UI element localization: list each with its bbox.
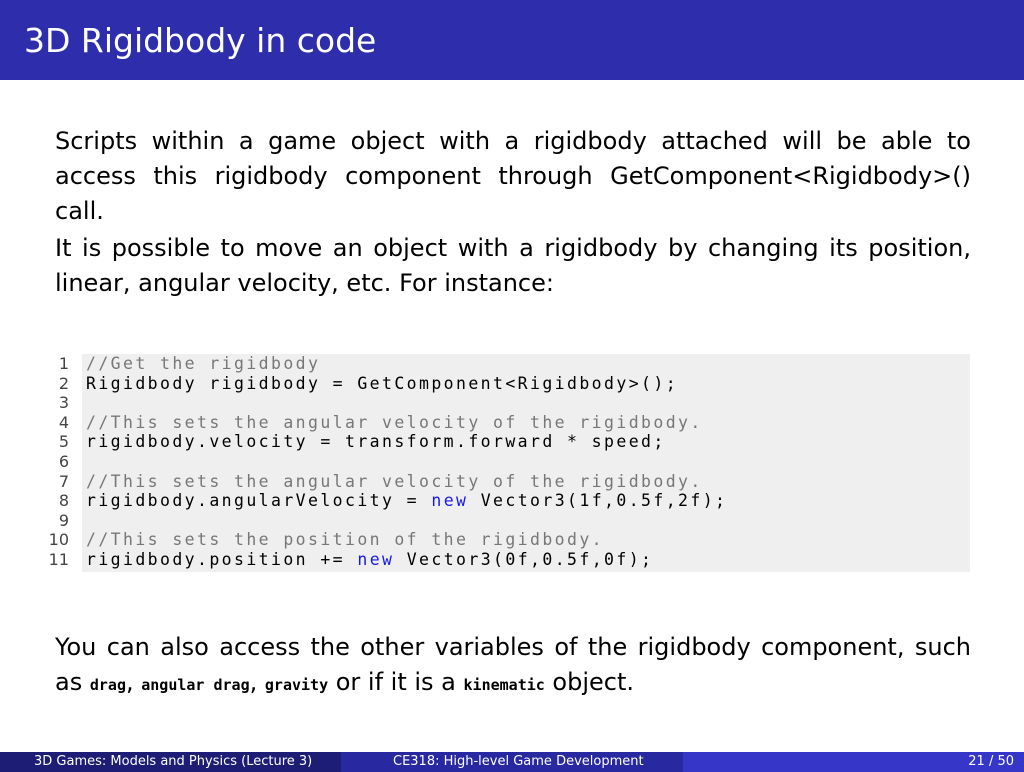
footer-left-section: 3D Games: Models and Physics (Lecture 3) xyxy=(0,752,341,772)
slide-title-bar: 3D Rigidbody in code xyxy=(0,0,1024,80)
slide-title: 3D Rigidbody in code xyxy=(24,21,377,60)
separator-1: , xyxy=(125,668,142,696)
code-line: 2 Rigidbody rigidbody = GetComponent<Rigi… xyxy=(0,374,980,394)
line-number: 10 xyxy=(48,530,69,550)
code-text: Rigidbody rigidbody = GetComponent<Rigid… xyxy=(86,373,679,393)
code-text: rigidbody.velocity = transform.forward *… xyxy=(86,432,666,452)
code-line: 8 rigidbody.angularVelocity = new Vector3… xyxy=(0,491,980,511)
code-listing: 1 //Get the rigidbody 2 Rigidbody rigidbody… xyxy=(0,354,980,570)
code-line: 10 //This sets the position of the rigidb… xyxy=(0,530,980,550)
code-segment: Vector3(1f,0.5f,2f); xyxy=(468,491,728,511)
term-gravity: gravity xyxy=(264,676,329,694)
paragraph-move-object: It is possible to move an object with a … xyxy=(55,234,971,297)
code-segment: Vector3(0f,0.5f,0f); xyxy=(394,549,654,569)
code-text: //This sets the position of the rigidbod… xyxy=(86,530,605,550)
code-text: rigidbody.position += new Vector3(0f,0.5… xyxy=(86,550,653,570)
line-number: 5 xyxy=(58,432,69,452)
term-kinematic: kinematic xyxy=(463,676,545,694)
code-line: 9 xyxy=(0,511,980,531)
line-number: 4 xyxy=(58,412,69,432)
code-text: //This sets the angular velocity of the … xyxy=(86,471,703,491)
term-angular-drag: angular drag xyxy=(141,676,250,694)
code-keyword: new xyxy=(431,491,469,511)
code-line: 4 //This sets the angular velocity of the… xyxy=(0,413,980,433)
footer-center-section: CE318: High-level Game Development xyxy=(341,752,683,772)
code-segment: rigidbody.position += xyxy=(86,549,358,569)
footer-right-section: 21 / 50 xyxy=(683,752,1024,772)
footer-page-number: 21 / 50 xyxy=(968,754,1014,769)
line-number: 8 xyxy=(58,491,69,511)
line-number: 3 xyxy=(58,393,69,413)
slide-footer: 3D Games: Models and Physics (Lecture 3)… xyxy=(0,752,1024,772)
separator-2: , xyxy=(249,668,265,696)
code-line: 11 rigidbody.position += new Vector3(0f,0… xyxy=(0,550,980,570)
code-text: rigidbody.angularVelocity = new Vector3(… xyxy=(86,491,727,511)
code-line: 5 rigidbody.velocity = transform.forward … xyxy=(0,432,980,452)
code-line: 6 xyxy=(0,452,980,472)
paragraph-get-component: Scripts within a game object with a rigi… xyxy=(55,127,971,225)
code-text: //Get the rigidbody xyxy=(86,354,321,373)
code-segment: rigidbody.angularVelocity = xyxy=(86,491,432,511)
footer-lecture-title: 3D Games: Models and Physics (Lecture 3) xyxy=(34,754,313,769)
code-keyword: new xyxy=(357,549,395,569)
line-number: 2 xyxy=(58,373,69,393)
line-number: 11 xyxy=(48,549,69,569)
code-text: //This sets the angular velocity of the … xyxy=(86,412,703,432)
paragraph-other-mid: or if it is a xyxy=(328,668,464,696)
line-number: 1 xyxy=(58,354,69,373)
line-number: 7 xyxy=(58,471,69,491)
code-line: 7 //This sets the angular velocity of the… xyxy=(0,472,980,492)
paragraph-other-variables: You can also access the other variables … xyxy=(55,630,971,703)
code-line: 3 xyxy=(0,393,980,413)
footer-course-title: CE318: High-level Game Development xyxy=(393,754,644,769)
line-number: 9 xyxy=(58,510,69,530)
term-drag: drag xyxy=(89,676,126,694)
code-line: 1 //Get the rigidbody xyxy=(0,354,980,374)
line-number: 6 xyxy=(58,451,69,471)
paragraph-other-tail: object. xyxy=(544,668,635,696)
